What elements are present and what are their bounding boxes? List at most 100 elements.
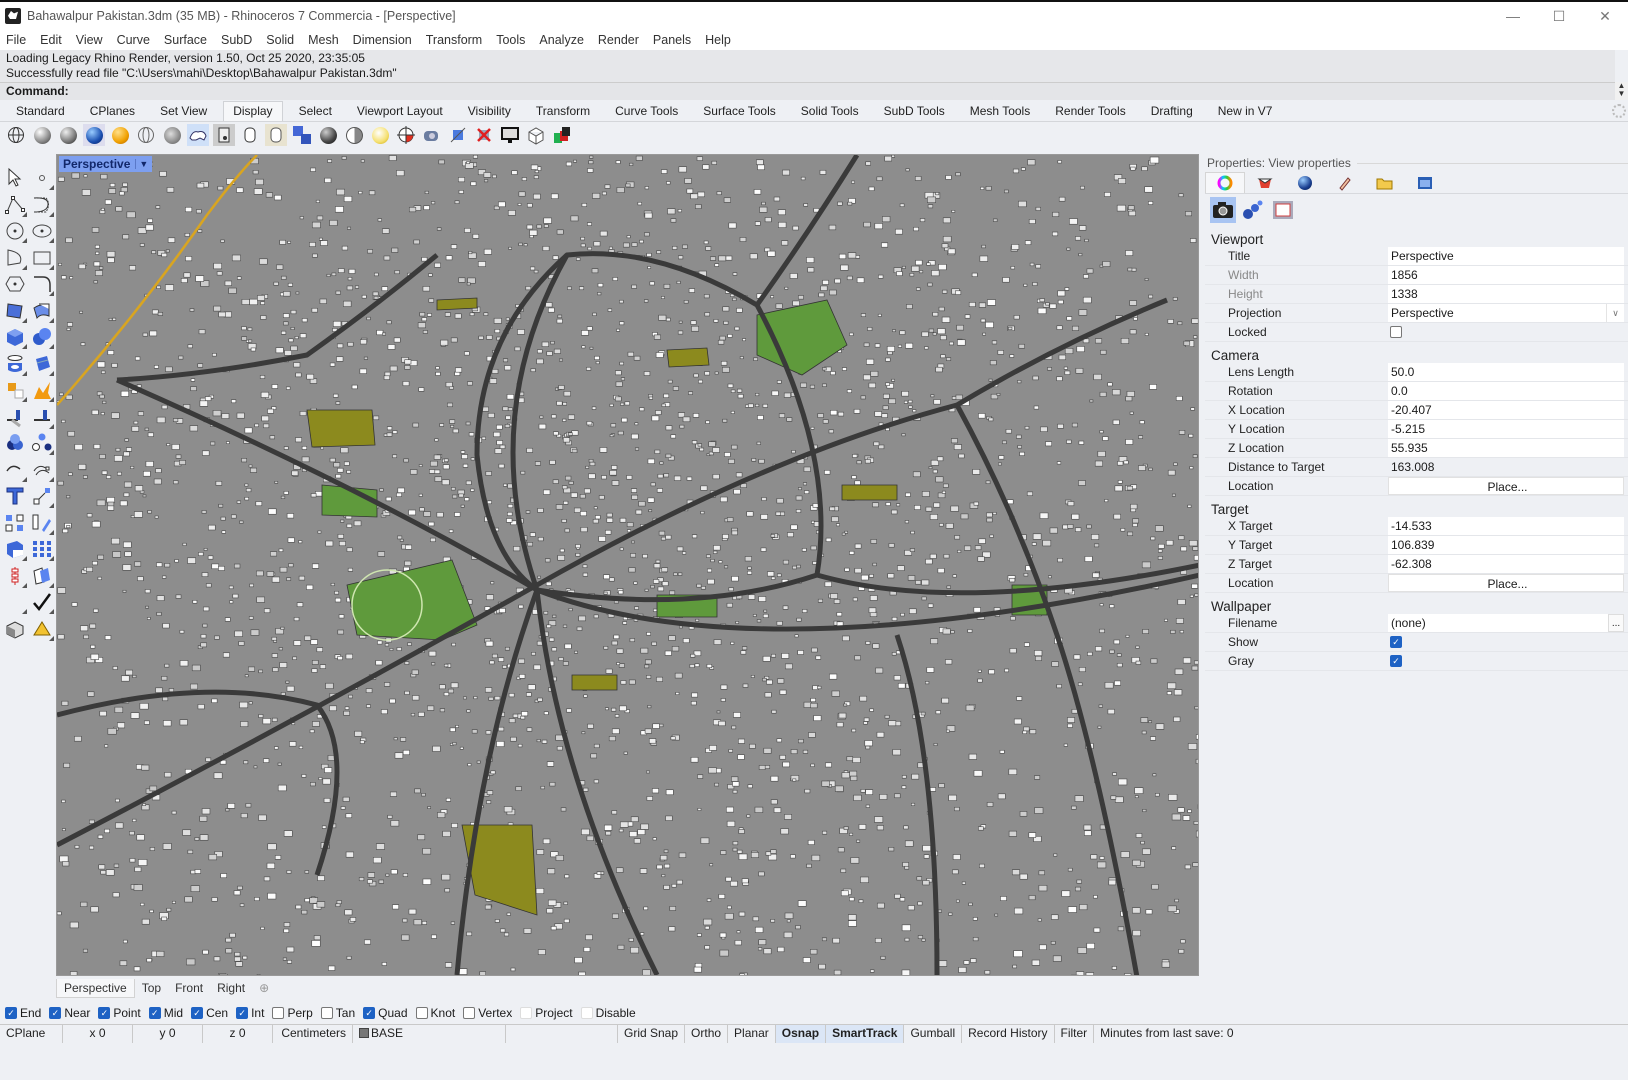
lens-length-input[interactable]: 50.0 (1388, 363, 1624, 381)
layer-indicator[interactable]: BASE (353, 1024, 506, 1043)
x-location-input[interactable]: -20.407 (1388, 401, 1624, 419)
checkbox[interactable]: ✓ (49, 1007, 62, 1019)
cplane-icon[interactable] (395, 124, 417, 146)
checkbox[interactable] (415, 1007, 428, 1019)
gray-checkbox[interactable]: ✓ (1390, 655, 1402, 667)
tab-surface-tools[interactable]: Surface Tools (694, 102, 785, 121)
boolean-union-icon[interactable] (4, 432, 26, 454)
arc-icon[interactable] (4, 247, 27, 270)
tab-mesh-tools[interactable]: Mesh Tools (961, 102, 1039, 121)
chevron-down-icon[interactable]: ∨ (1606, 304, 1624, 322)
ghosted-icon[interactable] (83, 124, 105, 146)
arctic-icon[interactable] (213, 124, 235, 146)
named-view-tab[interactable] (1405, 172, 1445, 193)
section-wallpaper[interactable]: Wallpaper (1205, 595, 1628, 614)
menu-analyze[interactable]: Analyze (533, 33, 591, 47)
place-button[interactable]: Place... (1388, 574, 1624, 592)
x-target-input[interactable]: -14.533 (1388, 517, 1624, 535)
checkbox[interactable]: ✓ (236, 1007, 249, 1019)
toggle-filter[interactable]: Filter (1055, 1024, 1095, 1043)
sphere-icon[interactable] (31, 326, 54, 349)
layer-tab[interactable] (1245, 172, 1285, 193)
menu-render[interactable]: Render (592, 33, 647, 47)
osnap-knot[interactable]: Knot (415, 1006, 455, 1020)
menu-edit[interactable]: Edit (34, 33, 70, 47)
point-icon[interactable] (31, 167, 54, 190)
tab-transform[interactable]: Transform (527, 102, 599, 121)
minimize-button[interactable]: — (1490, 2, 1536, 30)
menu-tools[interactable]: Tools (490, 33, 533, 47)
checkbox[interactable]: ✓ (98, 1007, 111, 1019)
width-input[interactable]: 1856 (1388, 266, 1624, 284)
lights-icon[interactable] (31, 618, 54, 641)
layer-icon[interactable] (4, 591, 27, 614)
osnap-near[interactable]: ✓ Near (49, 1006, 90, 1020)
grid-array-icon[interactable] (31, 538, 54, 561)
tab-drafting[interactable]: Drafting (1142, 102, 1202, 121)
cplane-indicator[interactable]: CPlane (0, 1024, 63, 1043)
capture-icon[interactable] (447, 124, 469, 146)
offset-curve-icon[interactable] (31, 459, 54, 482)
extend-icon[interactable] (31, 406, 54, 429)
menu-dimension[interactable]: Dimension (347, 33, 420, 47)
viewport-title-button[interactable]: Perspective ▼ (59, 156, 153, 172)
raytraced-icon[interactable] (239, 124, 261, 146)
monochrome-icon[interactable] (265, 124, 287, 146)
polygon-icon[interactable] (4, 273, 26, 295)
select-icon[interactable] (4, 167, 26, 189)
viewport-tab-right[interactable]: Right (210, 979, 252, 997)
projection-dropdown[interactable]: Perspective ∨ (1388, 304, 1624, 322)
rectangle-icon[interactable] (31, 247, 54, 270)
fillet-icon[interactable] (4, 459, 27, 482)
menu-file[interactable]: File (0, 33, 34, 47)
render-preview-icon[interactable] (4, 618, 26, 640)
osnap-disable[interactable]: Disable (580, 1006, 636, 1020)
osnap-quad[interactable]: ✓ Quad (363, 1006, 408, 1020)
box-icon[interactable] (4, 326, 27, 349)
texture-tab[interactable] (1325, 172, 1365, 193)
menu-mesh[interactable]: Mesh (302, 33, 347, 47)
toggle-planar[interactable]: Planar (728, 1024, 776, 1043)
split-icon[interactable] (31, 379, 54, 402)
lights-subtab[interactable] (1240, 197, 1266, 223)
material-tab[interactable] (1285, 172, 1325, 193)
maximize-button[interactable]: ☐ (1536, 2, 1582, 30)
frame-subtab[interactable] (1270, 197, 1296, 223)
display-options-icon[interactable] (317, 124, 339, 146)
command-scroll[interactable]: ▲ ▼ (1615, 82, 1628, 100)
menu-subd[interactable]: SubD (215, 33, 260, 47)
tab-display[interactable]: Display (223, 101, 283, 121)
toggle-osnap[interactable]: Osnap (775, 1024, 827, 1043)
menu-panels[interactable]: Panels (647, 33, 699, 47)
checkbox[interactable]: ✓ (148, 1007, 161, 1019)
add-viewport-icon[interactable]: ⊕ (252, 979, 276, 997)
toggle-grid-snap[interactable]: Grid Snap (618, 1024, 686, 1043)
tab-new-in-v7[interactable]: New in V7 (1209, 102, 1282, 121)
render-mesh-icon[interactable] (343, 124, 365, 146)
explode-icon[interactable] (4, 379, 27, 402)
title-input[interactable]: Perspective (1388, 247, 1624, 265)
tab-cplanes[interactable]: CPlanes (81, 102, 144, 121)
check-icon[interactable] (31, 591, 54, 614)
chevron-down-icon[interactable]: ▼ (135, 159, 148, 169)
checkbox[interactable] (463, 1007, 476, 1019)
flat-shade-icon[interactable] (291, 124, 313, 146)
osnap-int[interactable]: ✓ Int (236, 1006, 264, 1020)
color-wheel-tab[interactable] (1205, 172, 1245, 193)
xray-icon[interactable] (109, 124, 131, 146)
text-icon[interactable] (4, 485, 26, 507)
checkbox[interactable] (272, 1007, 285, 1019)
surface-from-points-icon[interactable] (4, 300, 27, 323)
tab-render-tools[interactable]: Render Tools (1046, 102, 1135, 121)
polyline-icon[interactable] (4, 194, 27, 217)
group-icon[interactable] (4, 512, 26, 534)
command-input[interactable]: Command: (0, 82, 1615, 100)
artistic-icon[interactable] (161, 124, 183, 146)
close-display-icon[interactable] (473, 124, 495, 146)
menu-view[interactable]: View (70, 33, 111, 47)
tab-set-view[interactable]: Set View (151, 102, 216, 121)
checkbox[interactable]: ✓ (5, 1007, 17, 1019)
tab-select[interactable]: Select (290, 102, 341, 121)
folder-tab[interactable] (1365, 172, 1405, 193)
move-icon[interactable] (31, 485, 54, 508)
